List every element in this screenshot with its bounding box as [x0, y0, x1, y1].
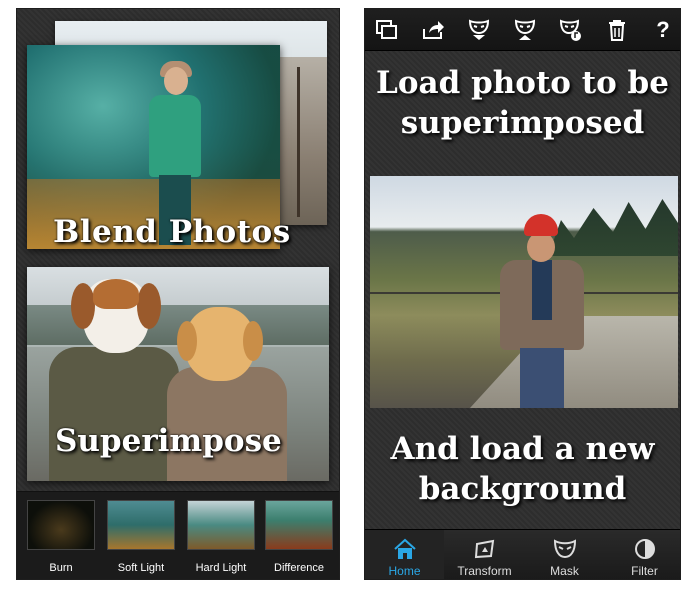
home-icon [393, 538, 416, 559]
mask-down-icon[interactable] [465, 17, 493, 43]
trash-icon[interactable] [603, 17, 631, 43]
mode-thumbnail [107, 500, 175, 550]
layers-icon[interactable] [373, 17, 401, 43]
mode-thumbnail [27, 500, 95, 550]
nav-transform[interactable]: Transform [445, 530, 524, 579]
blend-mode-burn[interactable]: Burn [27, 500, 95, 574]
blend-mode-difference[interactable]: Difference [265, 500, 333, 574]
superimpose-title: Superimpose [55, 423, 282, 459]
nav-label: Home [388, 564, 421, 578]
top-toolbar: ? [365, 9, 680, 51]
retriever-head [177, 307, 263, 381]
mode-thumbnail [187, 500, 255, 550]
blend-mode-strip: Burn Soft Light Hard Light Difference [17, 491, 339, 579]
nav-label: Filter [631, 564, 658, 578]
nav-mask[interactable]: Mask [525, 530, 604, 579]
mode-label: Soft Light [117, 562, 165, 574]
superimposed-photo[interactable] [370, 176, 678, 408]
mask-up-icon[interactable] [511, 17, 539, 43]
mode-label: Burn [49, 562, 73, 574]
nav-label: Mask [550, 564, 579, 578]
mode-label: Difference [274, 562, 324, 574]
nav-filter[interactable]: Filter [605, 530, 680, 579]
mask-music-icon[interactable] [557, 17, 585, 43]
right-screen: ? Load photo to be superimposed And load… [364, 8, 681, 580]
load-photo-heading: Load photo to be superimposed [376, 65, 669, 141]
help-icon[interactable]: ? [649, 17, 677, 43]
transform-icon [474, 539, 494, 559]
mode-thumbnail [265, 500, 333, 550]
blend-mode-hard-light[interactable]: Hard Light [187, 500, 255, 574]
person-body-left [49, 347, 179, 481]
beagle-head [71, 279, 161, 353]
tree-image [277, 57, 327, 225]
person-figure [496, 214, 588, 408]
bottom-nav-bar: Home Transform Mask Filter [365, 529, 680, 579]
left-screen: Blend Photos Superimpose Burn Soft Light… [16, 8, 340, 580]
mask-icon [553, 539, 576, 559]
share-icon[interactable] [419, 17, 447, 43]
nav-home[interactable]: Home [365, 530, 444, 579]
mode-label: Hard Light [195, 562, 247, 574]
nav-label: Transform [457, 564, 512, 578]
blend-mode-soft-light[interactable]: Soft Light [107, 500, 175, 574]
load-background-heading: And load a new background [390, 431, 655, 507]
blend-photos-title: Blend Photos [53, 214, 291, 250]
filter-icon [634, 539, 655, 559]
